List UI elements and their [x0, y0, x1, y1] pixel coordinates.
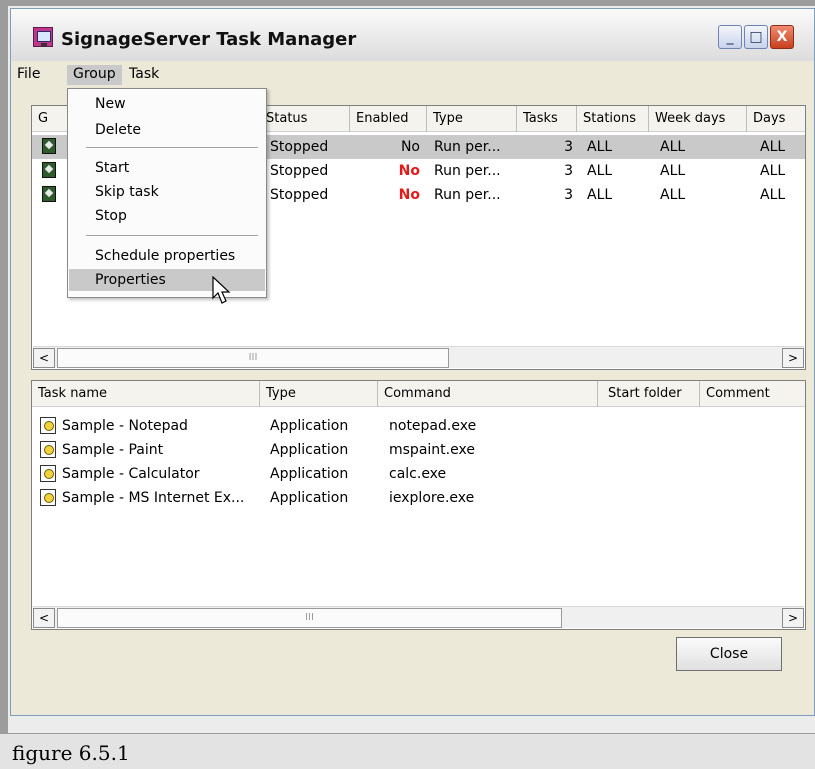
tasks-list-header: Task name Type Command Start folder Comm…: [32, 381, 805, 407]
task-row[interactable]: Sample - MS Internet Ex... Application i…: [32, 486, 805, 510]
groups-hscrollbar[interactable]: < III >: [33, 346, 804, 368]
application-icon: [40, 417, 56, 434]
application-icon: [40, 441, 56, 458]
application-icon: [40, 465, 56, 482]
col-days[interactable]: Days: [747, 106, 805, 132]
task-command: notepad.exe: [389, 418, 477, 434]
task-name: Sample - Paint: [62, 442, 164, 458]
mouse-pointer-icon: [212, 276, 231, 304]
group-dropdown-menu: New Delete Start Skip task Stop Schedule…: [67, 88, 267, 298]
group-enabled: No: [398, 163, 420, 179]
group-icon: [42, 138, 56, 154]
group-tasks: 3: [564, 187, 573, 203]
group-week-days: ALL: [660, 163, 686, 179]
monitor-app-icon: [33, 27, 53, 47]
col-tasks[interactable]: Tasks: [517, 106, 577, 132]
menu-item-properties[interactable]: Properties: [69, 269, 265, 291]
col-task-type[interactable]: Type: [260, 381, 378, 407]
group-tasks: 3: [564, 163, 573, 179]
menu-separator: [86, 147, 258, 148]
group-tasks: 3: [564, 139, 573, 155]
menu-group[interactable]: Group: [67, 65, 122, 85]
col-task-name[interactable]: Task name: [32, 381, 260, 407]
figure-border-top: [0, 0, 815, 6]
task-row[interactable]: Sample - Calculator Application calc.exe: [32, 462, 805, 486]
window-title: SignageServer Task Manager: [61, 29, 357, 50]
scroll-right-button[interactable]: >: [782, 608, 804, 628]
scroll-thumb[interactable]: III: [57, 608, 562, 628]
figure-frame: SignageServer Task Manager _ □ X File Gr…: [0, 0, 815, 769]
task-type: Application: [270, 466, 349, 482]
scroll-right-button[interactable]: >: [782, 348, 804, 368]
group-enabled: No: [398, 187, 420, 203]
task-name: Sample - Notepad: [62, 418, 188, 434]
maximize-button[interactable]: □: [744, 25, 768, 49]
task-command: iexplore.exe: [389, 490, 475, 506]
group-type: Run per...: [434, 163, 501, 179]
col-comment[interactable]: Comment: [700, 381, 805, 407]
task-type: Application: [270, 442, 349, 458]
task-row[interactable]: Sample - Notepad Application notepad.exe: [32, 414, 805, 438]
menu-item-new[interactable]: New: [69, 95, 265, 115]
col-status[interactable]: Status: [260, 106, 350, 132]
task-name: Sample - MS Internet Ex...: [62, 490, 245, 506]
task-command: mspaint.exe: [389, 442, 475, 458]
col-command[interactable]: Command: [378, 381, 598, 407]
menu-item-stop[interactable]: Stop: [69, 205, 265, 227]
menu-bar: File Group Task: [11, 61, 814, 85]
menu-separator: [86, 235, 258, 236]
scroll-thumb[interactable]: III: [57, 348, 449, 368]
close-window-button[interactable]: X: [770, 25, 794, 49]
group-stations: ALL: [587, 187, 613, 203]
group-icon: [42, 186, 56, 202]
group-type: Run per...: [434, 187, 501, 203]
group-status: Stopped: [270, 187, 329, 203]
figure-caption-bar: figure 6.5.1: [0, 733, 815, 769]
group-week-days: ALL: [660, 139, 686, 155]
col-stations[interactable]: Stations: [577, 106, 649, 132]
menu-item-skip-task[interactable]: Skip task: [69, 181, 265, 203]
group-days: ALL: [760, 163, 786, 179]
group-stations: ALL: [587, 163, 613, 179]
task-row[interactable]: Sample - Paint Application mspaint.exe: [32, 438, 805, 462]
menu-item-delete[interactable]: Delete: [69, 119, 265, 141]
application-icon: [40, 489, 56, 506]
col-type[interactable]: Type: [427, 106, 517, 132]
task-command: calc.exe: [389, 466, 447, 482]
group-stations: ALL: [587, 139, 613, 155]
menu-file[interactable]: File: [11, 65, 46, 85]
menu-item-start[interactable]: Start: [69, 157, 265, 179]
task-type: Application: [270, 418, 349, 434]
col-enabled[interactable]: Enabled: [350, 106, 427, 132]
figure-border-left: [0, 0, 8, 733]
menu-item-schedule-properties[interactable]: Schedule properties: [69, 245, 265, 267]
figure-caption: figure 6.5.1: [12, 741, 130, 765]
group-type: Run per...: [434, 139, 501, 155]
tasks-list[interactable]: Task name Type Command Start folder Comm…: [31, 380, 806, 630]
group-enabled: No: [400, 139, 420, 155]
scroll-left-button[interactable]: <: [33, 608, 55, 628]
group-status: Stopped: [270, 163, 329, 179]
group-icon: [42, 162, 56, 178]
group-days: ALL: [760, 139, 786, 155]
col-week-days[interactable]: Week days: [649, 106, 747, 132]
group-days: ALL: [760, 187, 786, 203]
group-status: Stopped: [270, 139, 329, 155]
title-bar[interactable]: SignageServer Task Manager _ □ X: [11, 9, 814, 61]
tasks-hscrollbar[interactable]: < III >: [33, 606, 804, 628]
menu-task[interactable]: Task: [123, 65, 165, 85]
close-button[interactable]: Close: [676, 637, 782, 671]
minimize-button[interactable]: _: [718, 25, 742, 49]
task-type: Application: [270, 490, 349, 506]
task-name: Sample - Calculator: [62, 466, 200, 482]
scroll-left-button[interactable]: <: [33, 348, 55, 368]
group-week-days: ALL: [660, 187, 686, 203]
col-start-folder[interactable]: Start folder: [598, 381, 700, 407]
